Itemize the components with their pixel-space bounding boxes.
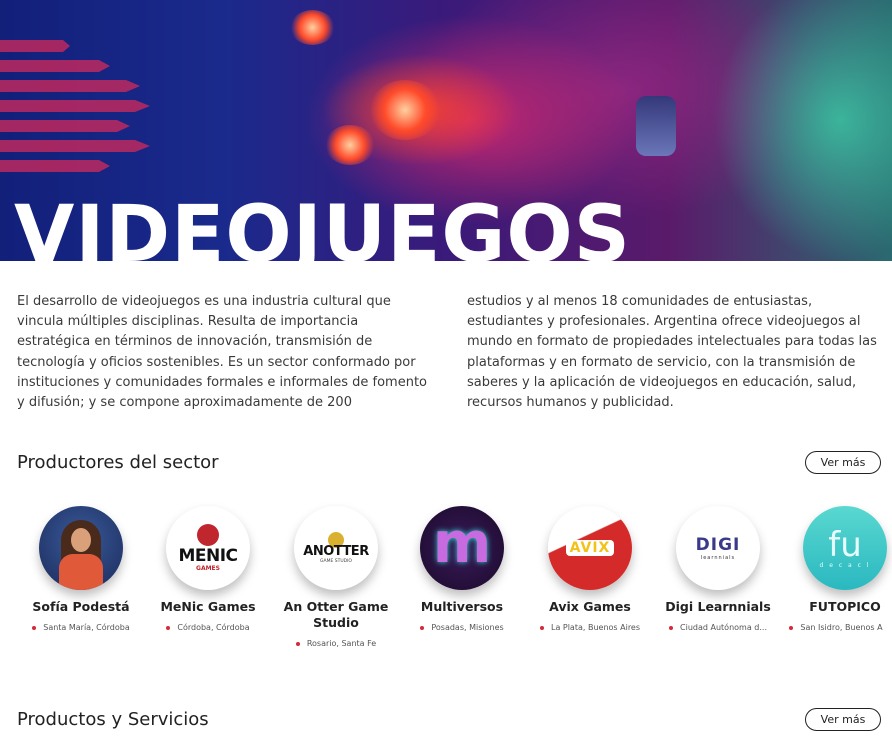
producer-name: Sofía Podestá — [32, 599, 130, 614]
producer-name: An Otter Game Studio — [283, 599, 389, 630]
intro-paragraph-1: El desarrollo de videojuegos es una indu… — [17, 294, 428, 411]
futopico-logo-icon: fu d e c a c l — [803, 506, 887, 590]
wristwatch-image — [636, 96, 676, 156]
producer-location: Rosario, Santa Fe — [271, 639, 401, 648]
producers-section-header: Productores del sector Ver más — [17, 450, 881, 474]
avix-logo-icon: AVIX — [548, 506, 632, 590]
hero-banner: VIDEOJUEGOS — [0, 0, 892, 261]
location-pin-icon — [789, 625, 794, 630]
producer-card[interactable]: m Multiversos Posadas, Misiones — [397, 506, 527, 632]
menic-logo-icon: MENIC GAMES — [166, 506, 250, 590]
products-section-title: Productos y Servicios — [17, 708, 209, 730]
producers-carousel: Sofía Podestá Santa María, Córdoba MENIC… — [0, 506, 892, 666]
multiversos-logo-icon: m — [420, 506, 504, 590]
location-pin-icon — [539, 625, 544, 630]
producer-card[interactable]: DIGI learnnials Digi Learnnials Ciudad A… — [653, 506, 783, 632]
producer-location: Córdoba, Córdoba — [143, 623, 273, 632]
location-pin-icon — [669, 625, 674, 630]
products-see-more-button[interactable]: Ver más — [805, 707, 881, 731]
producer-location: La Plata, Buenos Aires — [525, 623, 655, 632]
location-pin-icon — [295, 641, 300, 646]
producer-location: San Isidro, Buenos A — [780, 623, 892, 632]
digi-logo-icon: DIGI learnnials — [676, 506, 760, 590]
arcade-button-glow — [325, 125, 375, 165]
producer-card[interactable]: MENIC GAMES MeNic Games Córdoba, Córdoba — [143, 506, 273, 632]
products-section-header: Productos y Servicios Ver más — [17, 707, 881, 731]
location-pin-icon — [166, 625, 171, 630]
producer-card[interactable]: ANOTTER GAME STUDIO An Otter Game Studio… — [271, 506, 401, 648]
intro-text: El desarrollo de videojuegos es una indu… — [17, 292, 879, 413]
producer-location: Santa María, Córdoba — [16, 623, 146, 632]
page-title: VIDEOJUEGOS — [14, 190, 631, 261]
producer-location: Posadas, Misiones — [397, 623, 527, 632]
producer-name: FUTOPICO — [809, 599, 881, 614]
producer-card[interactable]: fu d e c a c l FUTOPICO San Isidro, Buen… — [780, 506, 892, 632]
producer-name: Avix Games — [549, 599, 631, 614]
producers-see-more-button[interactable]: Ver más — [805, 450, 881, 474]
arcade-button-glow — [290, 10, 335, 45]
producer-card[interactable]: AVIX Avix Games La Plata, Buenos Aires — [525, 506, 655, 632]
intro-paragraph-2: estudios y al menos 18 comunidades de en… — [467, 294, 877, 411]
producer-name: Multiversos — [420, 599, 504, 614]
producer-name: MeNic Games — [160, 599, 256, 614]
hero-decoration-stripes — [0, 40, 160, 190]
producer-location: Ciudad Autónoma d... — [653, 623, 783, 632]
portrait-avatar-icon — [39, 506, 123, 590]
location-pin-icon — [420, 625, 425, 630]
producers-section-title: Productores del sector — [17, 451, 219, 473]
otter-logo-icon: ANOTTER GAME STUDIO — [294, 506, 378, 590]
location-pin-icon — [32, 625, 37, 630]
producer-name: Digi Learnnials — [665, 599, 771, 614]
arcade-button-glow — [370, 80, 440, 140]
producer-card[interactable]: Sofía Podestá Santa María, Córdoba — [16, 506, 146, 632]
